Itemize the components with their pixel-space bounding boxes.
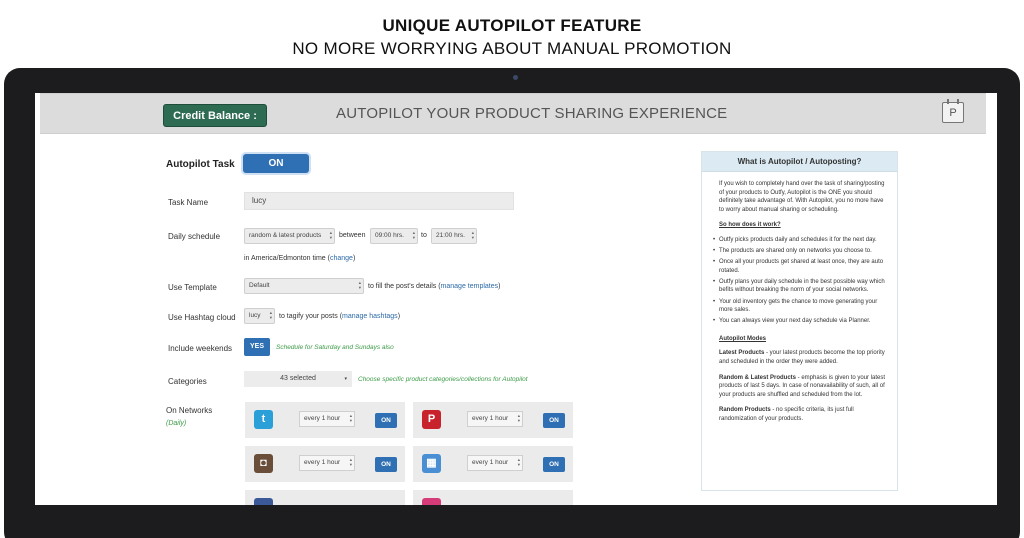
hashtag-text: to tagify your posts (manage hashtags): [279, 313, 400, 320]
hashtag-close: ): [397, 313, 401, 320]
categories-label: Categories: [168, 377, 207, 386]
list-item: Your old inventory gets the chance to mo…: [713, 298, 889, 315]
camera-dot: [513, 75, 518, 80]
promo-subtitle: NO MORE WORRYING ABOUT MANUAL PROMOTION: [292, 39, 732, 58]
start-time-select[interactable]: 09:00 hrs.: [370, 228, 418, 244]
panel-body: If you wish to completely hand over the …: [702, 172, 897, 424]
categories-hint: Choose specific product categories/colle…: [358, 376, 528, 383]
pinterest-icon: P: [422, 410, 441, 429]
twitter-frequency-select[interactable]: every 1 hour: [299, 411, 355, 427]
list-item: The products are shared only on networks…: [713, 247, 889, 256]
between-text: between: [339, 232, 366, 239]
twitter-toggle[interactable]: ON: [375, 413, 397, 428]
weekends-toggle[interactable]: YES: [244, 338, 270, 356]
page: UNIQUE AUTOPILOT FEATURE NO MORE WORRYIN…: [0, 0, 1024, 538]
mode-name: Random & Latest Products: [719, 374, 797, 381]
buffer-icon: ▦: [422, 454, 441, 473]
categories-value: 43 selected: [280, 375, 316, 382]
timezone-text: in America/Edmonton time (change): [244, 255, 355, 262]
hashtag-select[interactable]: lucy: [244, 308, 275, 324]
task-name-input[interactable]: lucy: [244, 192, 514, 210]
on-networks-sublabel: (Daily): [166, 420, 187, 427]
daily-schedule-label: Daily schedule: [168, 232, 221, 241]
autopilot-toggle[interactable]: ON: [243, 154, 309, 173]
on-networks-label: On Networks: [166, 406, 213, 415]
pinterest-toggle[interactable]: ON: [543, 413, 565, 428]
template-text: to fill the post's details (manage templ…: [368, 283, 500, 290]
categories-select[interactable]: 43 selected ▾: [244, 371, 352, 387]
buffer-toggle[interactable]: ON: [543, 457, 565, 472]
autopilot-task-label: Autopilot Task: [166, 159, 235, 170]
template-close: ): [498, 283, 501, 290]
mode-name: Latest Products: [719, 350, 765, 357]
use-template-label: Use Template: [168, 283, 217, 292]
timezone-suffix: ): [352, 255, 356, 262]
caret-down-icon: ▾: [344, 376, 347, 382]
facebook-icon: [254, 498, 273, 505]
promo-title: UNIQUE AUTOPILOT FEATURE: [382, 16, 642, 35]
how-it-works-heading: So how does it work?: [719, 222, 781, 229]
social-network-icon: [422, 498, 441, 505]
template-select[interactable]: Default: [244, 278, 364, 294]
include-weekends-label: Include weekends: [168, 344, 233, 353]
weekends-hint: Schedule for Saturday and Sundays also: [276, 344, 394, 351]
mode-random-latest: Random & Latest Products - emphasis is g…: [719, 374, 889, 400]
task-name-label: Task Name: [168, 198, 209, 207]
manage-templates-link[interactable]: manage templates: [441, 283, 499, 290]
instagram-icon: ◘: [254, 454, 273, 473]
network-card-buffer: ▦ every 1 hour ON: [413, 446, 573, 482]
mode-latest: Latest Products - your latest products b…: [719, 349, 889, 366]
template-suffix: to fill the post's details (: [368, 283, 441, 290]
network-card-partial-left: [245, 490, 405, 505]
network-card-partial-right: [413, 490, 573, 505]
timezone-prefix: in America/Edmonton time (: [244, 255, 330, 262]
hashtag-cloud-label: Use Hashtag cloud: [168, 313, 236, 322]
app-screen: Credit Balance : 527 AUTOPILOT YOUR PROD…: [35, 93, 997, 505]
schedule-mode-select[interactable]: random & latest products: [244, 228, 335, 244]
panel-intro: If you wish to completely hand over the …: [719, 181, 885, 213]
credit-balance-badge: Credit Balance : 527: [163, 104, 267, 145]
network-card-pinterest: P every 1 hour ON: [413, 402, 573, 438]
manage-hashtags-link[interactable]: manage hashtags: [342, 313, 398, 320]
how-it-works-list: Outfy picks products daily and schedules…: [713, 236, 889, 326]
calendar-flag-icon[interactable]: P: [942, 99, 964, 123]
list-item: Outfy plans your daily schedule in the b…: [713, 278, 889, 295]
buffer-frequency-select[interactable]: every 1 hour: [467, 455, 523, 471]
timezone-change-link[interactable]: change: [330, 255, 353, 262]
instagram-toggle[interactable]: ON: [375, 457, 397, 472]
list-item: You can always view your next day schedu…: [713, 317, 889, 326]
list-item: Once all your products get shared at lea…: [713, 258, 889, 275]
autopilot-info-panel: What is Autopilot / Autoposting? If you …: [701, 151, 898, 491]
end-time-select[interactable]: 21:00 hrs.: [431, 228, 477, 244]
network-card-twitter: t every 1 hour ON: [245, 402, 405, 438]
network-card-instagram: ◘ every 1 hour ON: [245, 446, 405, 482]
to-text: to: [421, 232, 427, 239]
twitter-icon: t: [254, 410, 273, 429]
instagram-frequency-select[interactable]: every 1 hour: [299, 455, 355, 471]
mode-name: Random Products: [719, 407, 771, 414]
list-item: Outfy picks products daily and schedules…: [713, 236, 889, 245]
app-header: Credit Balance : 527 AUTOPILOT YOUR PROD…: [40, 93, 986, 145]
mode-random: Random Products - no specific criteria, …: [719, 406, 889, 423]
autopilot-modes-heading: Autopilot Modes: [719, 335, 766, 342]
panel-title: What is Autopilot / Autoposting?: [702, 152, 897, 172]
pinterest-frequency-select[interactable]: every 1 hour: [467, 411, 523, 427]
page-title: AUTOPILOT YOUR PRODUCT SHARING EXPERIENC…: [336, 105, 728, 122]
hashtag-suffix: to tagify your posts (: [279, 313, 343, 320]
